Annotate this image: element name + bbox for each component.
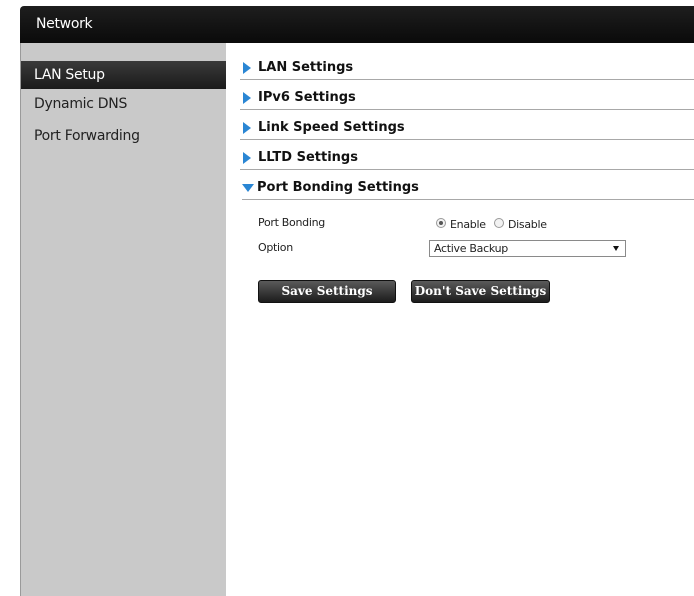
- section-label: LAN Settings: [258, 60, 354, 75]
- dropdown-arrow-icon: [613, 246, 619, 251]
- option-select[interactable]: Active Backup: [429, 240, 626, 257]
- option-select-value: Active Backup: [434, 242, 508, 255]
- top-bar: Network Management: [20, 6, 694, 69]
- port-bonding-label: Port Bonding: [258, 216, 325, 229]
- sidebar-item-port-forwarding[interactable]: Port Forwarding: [21, 122, 226, 150]
- sidebar-item-lan-setup[interactable]: LAN Setup: [21, 61, 226, 89]
- sidebar-item-dynamic-dns[interactable]: Dynamic DNS: [21, 90, 226, 118]
- section-lan-settings[interactable]: LAN Settings: [240, 57, 694, 80]
- sidebar: LAN Setup Dynamic DNS Port Forwarding: [20, 43, 226, 596]
- enable-radio-label: Enable: [450, 218, 486, 231]
- enable-radio[interactable]: [436, 218, 446, 228]
- save-settings-button[interactable]: Save Settings: [258, 280, 396, 303]
- section-label: Port Bonding Settings: [257, 180, 419, 195]
- option-label: Option: [258, 241, 293, 254]
- header-title[interactable]: Network Management: [20, 6, 180, 69]
- section-lltd-settings[interactable]: LLTD Settings: [240, 147, 694, 170]
- expand-arrow-icon: [243, 152, 251, 164]
- section-link-speed-settings[interactable]: Link Speed Settings: [240, 117, 694, 140]
- expand-arrow-icon: [243, 92, 251, 104]
- window-frame: Network Management LAN Setup Dynamic DNS…: [20, 6, 694, 596]
- section-port-bonding-settings[interactable]: Port Bonding Settings: [242, 177, 694, 200]
- section-label: LLTD Settings: [258, 150, 358, 165]
- collapse-arrow-icon: [242, 184, 254, 192]
- main-content: LAN Settings IPv6 Settings Link Speed Se…: [226, 43, 694, 596]
- expand-arrow-icon: [243, 62, 251, 74]
- disable-radio[interactable]: [494, 218, 504, 228]
- dont-save-settings-button[interactable]: Don't Save Settings: [411, 280, 550, 303]
- section-label: IPv6 Settings: [258, 90, 356, 105]
- section-ipv6-settings[interactable]: IPv6 Settings: [240, 87, 694, 110]
- section-label: Link Speed Settings: [258, 120, 405, 135]
- disable-radio-label: Disable: [508, 218, 547, 231]
- expand-arrow-icon: [243, 122, 251, 134]
